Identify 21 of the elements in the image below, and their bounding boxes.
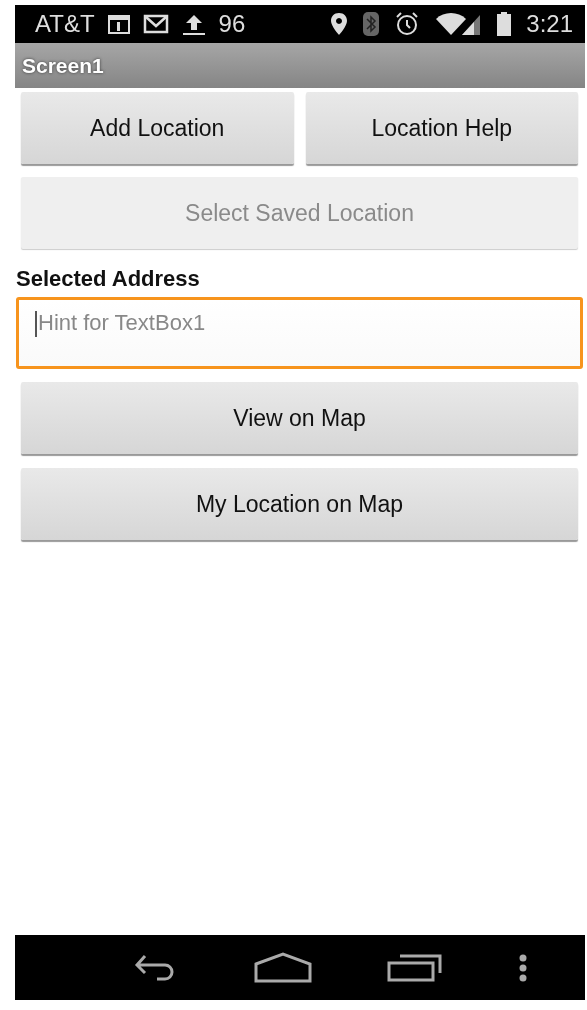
field-label: Selected Address	[16, 266, 201, 292]
recent-apps-icon[interactable]	[386, 952, 443, 983]
overflow-menu-icon[interactable]	[517, 952, 528, 983]
calendar-icon	[106, 13, 131, 35]
mail-icon	[142, 14, 169, 34]
app-button[interactable]: My Location on Map	[21, 468, 578, 540]
notification-count: 96	[218, 10, 246, 38]
location-pin-icon	[330, 12, 349, 36]
text-cursor	[35, 311, 37, 337]
clock-time: 3:21	[526, 10, 573, 38]
screen-title: Screen1	[22, 53, 104, 78]
text-input-field[interactable]: Hint for TextBox1	[16, 297, 583, 369]
app-button[interactable]: Add Location	[21, 92, 294, 164]
wifi-signal-icon	[434, 11, 483, 37]
battery-icon	[496, 11, 513, 37]
app-button[interactable]: Location Help	[305, 92, 578, 164]
upload-icon	[180, 12, 207, 36]
home-icon[interactable]	[253, 951, 312, 984]
carrier-text: AT&T	[35, 10, 95, 38]
app-button[interactable]: View on Map	[21, 382, 578, 454]
bluetooth-icon	[362, 11, 381, 37]
